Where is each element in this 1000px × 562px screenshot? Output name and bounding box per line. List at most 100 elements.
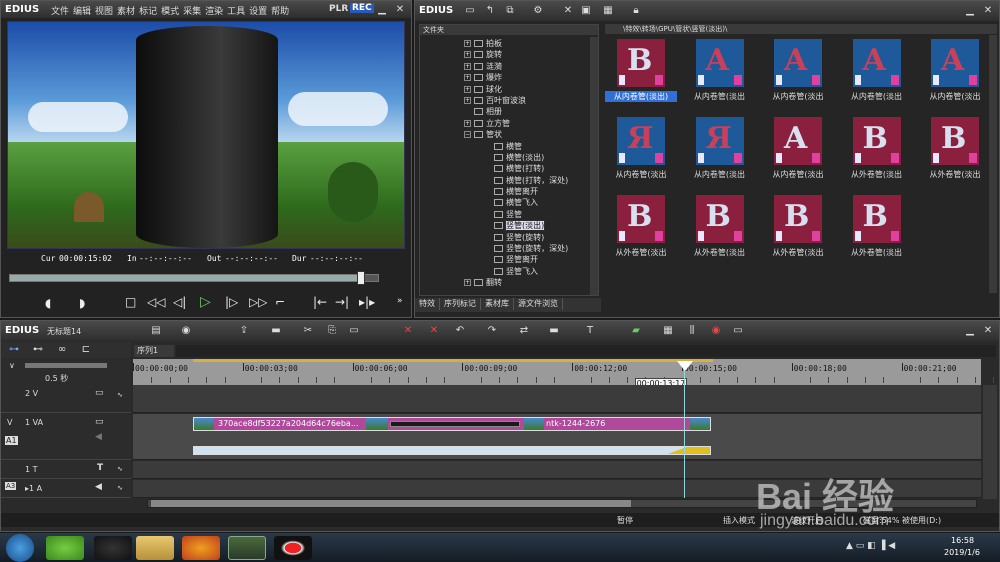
track-header-2v[interactable]: 2 V ▭ ∿ <box>1 385 131 413</box>
split-icon[interactable]: ▸|▸ <box>359 295 375 309</box>
close-icon[interactable]: ✕ <box>393 3 407 17</box>
effect-thumbnail[interactable]: B 从外卷管(淡出 <box>929 117 981 179</box>
effect-thumbnail[interactable]: B 从内卷管(淡出) <box>605 39 677 102</box>
menu-mode[interactable]: 模式 <box>161 7 179 17</box>
marker-icon[interactable]: ▬ <box>547 324 561 338</box>
delete-icon[interactable]: ✕ <box>401 324 415 338</box>
visibility-icon[interactable]: ∨ <box>9 361 15 370</box>
tab-source-browser[interactable]: 源文件浏览 <box>514 298 563 310</box>
track-tool-icon[interactable]: ⊷ <box>31 343 45 357</box>
fast-forward-icon[interactable]: ▷▷ <box>249 295 267 309</box>
tab-effects[interactable]: 特效 <box>415 298 440 310</box>
tree-item[interactable]: 横管 <box>464 141 590 152</box>
track-arrow-icon[interactable]: ∿ <box>117 465 123 473</box>
ripple-delete-icon[interactable]: ✕ <box>427 324 441 338</box>
track-tool-icon[interactable]: ⊶ <box>7 343 21 357</box>
tree-item[interactable]: − 管状 <box>464 129 590 140</box>
audio-channel-icon[interactable]: A3 <box>5 482 17 490</box>
menu-edit[interactable]: 编辑 <box>73 7 91 17</box>
tray-icons[interactable]: ▲ ▭ ◧ ▐ ◀ <box>846 541 895 551</box>
expand-icon[interactable]: + <box>464 40 471 47</box>
menu-clip[interactable]: 素材 <box>117 7 135 17</box>
snap-icon[interactable]: ⇄ <box>517 324 531 338</box>
scrub-handle[interactable] <box>357 271 365 285</box>
expand-icon[interactable]: + <box>464 96 471 104</box>
open-icon[interactable]: ⇪ <box>237 324 251 338</box>
menu-render[interactable]: 渲染 <box>205 7 223 17</box>
rewind-icon[interactable]: ◁◁ <box>147 295 165 309</box>
undo-icon[interactable]: ↶ <box>453 324 467 338</box>
effect-thumbnail[interactable]: A 从内卷管(淡出 <box>851 39 902 101</box>
tree-item[interactable]: 横管(打转，深处) <box>464 175 590 186</box>
grid-icon[interactable]: ▦ <box>661 324 675 338</box>
effect-thumbnail[interactable]: B 从外卷管(淡出 <box>851 117 902 179</box>
copy-icon[interactable]: ⧉ <box>503 4 517 18</box>
expand-icon[interactable]: + <box>464 119 471 127</box>
tree-spacer[interactable] <box>484 177 491 184</box>
track-visibility-icon[interactable]: ▭ <box>95 388 104 398</box>
tree-spacer[interactable] <box>484 245 491 252</box>
effect-thumbnail[interactable]: B 从外卷管(淡出 <box>615 195 667 257</box>
timeline-ruler[interactable]: 00:00:00;00 00:00:03;00 00:00:06;00 00:00:0… <box>133 359 995 385</box>
tree-item[interactable]: 竖管(淡出) <box>464 220 590 232</box>
view-icon[interactable]: ▣ <box>579 4 593 18</box>
minimize-icon[interactable]: ▁ <box>375 3 389 17</box>
tree-item[interactable]: 横管(淡出) <box>464 152 590 163</box>
save-icon[interactable]: ▬ <box>269 324 283 338</box>
tree-item[interactable]: 竖管(旋转) <box>464 232 590 243</box>
clock-date[interactable]: 2019/1/6 <box>944 548 980 557</box>
expand-icon[interactable]: + <box>464 74 471 82</box>
tree-item[interactable]: + 球化 <box>464 84 590 95</box>
effect-thumbnail[interactable]: A 从内卷管(淡出 <box>694 39 745 101</box>
tree-scrollbar[interactable] <box>590 37 598 295</box>
tree-spacer[interactable] <box>484 188 491 195</box>
menu-help[interactable]: 帮助 <box>271 7 289 17</box>
tree-spacer[interactable] <box>484 154 491 161</box>
tree-spacer[interactable] <box>484 256 491 263</box>
effect-thumbnail[interactable]: A 从内卷管(淡出 <box>772 117 824 179</box>
tree-item[interactable]: 横管飞入 <box>464 197 590 208</box>
stop-icon[interactable]: □ <box>125 295 136 309</box>
tree-item[interactable]: + 拍板 <box>464 38 590 49</box>
menu-capture[interactable]: 采集 <box>183 7 201 17</box>
playhead-marker[interactable] <box>677 361 693 371</box>
menu-marker[interactable]: 标记 <box>139 7 157 17</box>
overwrite-icon[interactable]: →| <box>335 295 349 309</box>
settings-icon[interactable]: ⚙ <box>531 4 545 18</box>
tree-spacer[interactable] <box>484 165 491 172</box>
folder-icon[interactable]: ▭ <box>463 4 477 18</box>
loop-icon[interactable]: ⌐ <box>275 295 285 309</box>
track-header-1a[interactable]: A3 ▸1 A ◀ ∿ <box>1 480 131 498</box>
track-tool-icon[interactable]: ⊏ <box>79 343 93 357</box>
effect-thumbnail[interactable]: Я 从内卷管(淡出 <box>694 117 745 179</box>
audio-clip[interactable] <box>193 446 711 455</box>
tree-spacer[interactable] <box>484 234 491 241</box>
lock-icon[interactable]: 🔒︎ <box>629 4 643 18</box>
app-icon-firefox[interactable] <box>182 536 220 560</box>
tree-item[interactable]: 竖管离开 <box>464 254 590 265</box>
effect-thumbnail[interactable]: B 从外卷管(淡出 <box>772 195 824 257</box>
effect-thumbnail[interactable]: A 从内卷管(淡出 <box>772 39 824 101</box>
tab-bin[interactable]: 素材库 <box>481 298 514 310</box>
set-in-icon[interactable]: ◖ <box>45 296 51 310</box>
tree-item[interactable]: + 立方管 <box>464 118 590 129</box>
track-lane-2v[interactable] <box>133 385 981 413</box>
minimize-icon[interactable]: ▁ <box>963 324 977 338</box>
insert-icon[interactable]: |← <box>313 295 327 309</box>
minimize-icon[interactable]: ▁ <box>963 4 977 18</box>
step-back-icon[interactable]: ◁| <box>173 295 186 309</box>
track-header-1t[interactable]: 1 T T ∿ <box>1 461 131 479</box>
play-icon[interactable]: ▷ <box>200 294 211 310</box>
track-visibility-icon[interactable]: ▭ <box>95 417 104 427</box>
tree-spacer[interactable] <box>484 211 491 218</box>
redo-icon[interactable]: ↷ <box>485 324 499 338</box>
tree-item[interactable]: + 旋转 <box>464 49 590 60</box>
expand-icon[interactable]: + <box>464 62 471 70</box>
clock-time[interactable]: 16:58 <box>951 536 974 545</box>
thumb-scrollbar[interactable] <box>989 35 997 293</box>
new-sequence-icon[interactable]: ▤ <box>149 324 163 338</box>
layout-icon[interactable]: ▭ <box>731 324 745 338</box>
video-toggle-icon[interactable]: V <box>7 418 12 427</box>
app-icon-360[interactable] <box>46 536 84 560</box>
menu-tools[interactable]: 工具 <box>227 7 245 17</box>
